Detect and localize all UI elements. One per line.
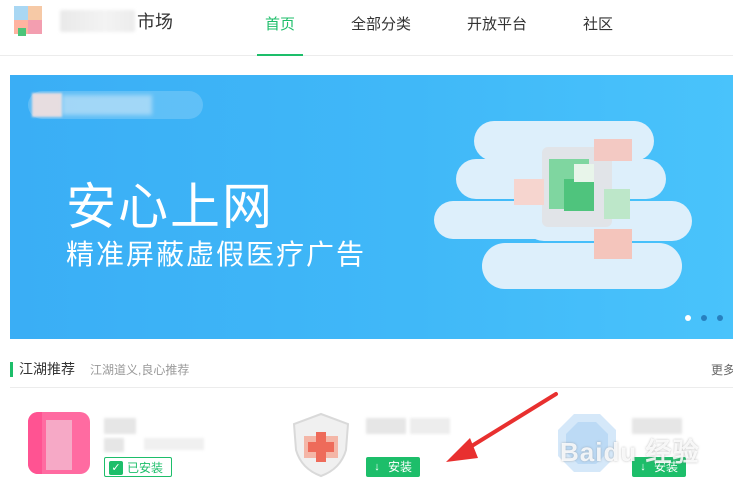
install-button[interactable]: ↓ 安装 [366,457,421,477]
app-name-blurred [104,418,204,452]
carousel-dot-2[interactable] [701,315,707,321]
section-divider [10,387,733,388]
recommend-section-header: 江湖推荐 江湖道义,良心推荐 更多 [10,359,733,381]
carousel-dot-3[interactable] [717,315,723,321]
promo-banner[interactable]: 安心上网 精准屏蔽虚假医疗广告 [10,75,733,339]
nav-open-platform[interactable]: 开放平台 [467,0,527,56]
app-market-logo[interactable] [14,6,48,40]
section-title: 江湖推荐 [19,361,75,377]
banner-app-badge [28,91,203,119]
installed-button-label: 已安装 [127,461,164,475]
installed-button[interactable]: ✓ 已安装 [104,457,173,477]
shield-icon [292,412,350,478]
section-subtitle: 江湖道义,良心推荐 [90,363,190,377]
section-more-link[interactable]: 更多 [711,360,733,380]
cloud-illustration [434,119,704,294]
banner-title: 安心上网 [66,179,274,235]
carousel-dots [685,315,723,321]
main-nav: 首页 全部分类 开放平台 社区 [256,0,669,56]
install-button-label: 安装 [388,460,413,474]
nav-home[interactable]: 首页 [256,0,304,56]
download-icon: ↓ [374,461,380,473]
carousel-dot-1[interactable] [685,315,691,321]
nav-community[interactable]: 社区 [583,0,613,56]
section-accent-bar [10,362,13,377]
brand-name-suffix: 市场 [137,12,173,32]
brand-name[interactable]: 市场 [60,6,173,36]
app-icon[interactable] [290,412,352,478]
baidu-jingyan-watermark: Baidu 经验 [560,437,700,467]
check-icon: ✓ [109,461,123,475]
app-icon[interactable] [28,412,90,474]
top-header: 市场 首页 全部分类 开放平台 社区 [0,0,733,56]
app-card[interactable]: ✓ 已安装 [28,412,208,482]
app-name-blurred [366,418,466,436]
nav-all-categories[interactable]: 全部分类 [351,0,411,56]
banner-subtitle: 精准屏蔽虚假医疗广告 [66,239,367,270]
brand-name-blurred [60,10,135,32]
app-card[interactable]: ↓ 安装 [290,412,470,482]
